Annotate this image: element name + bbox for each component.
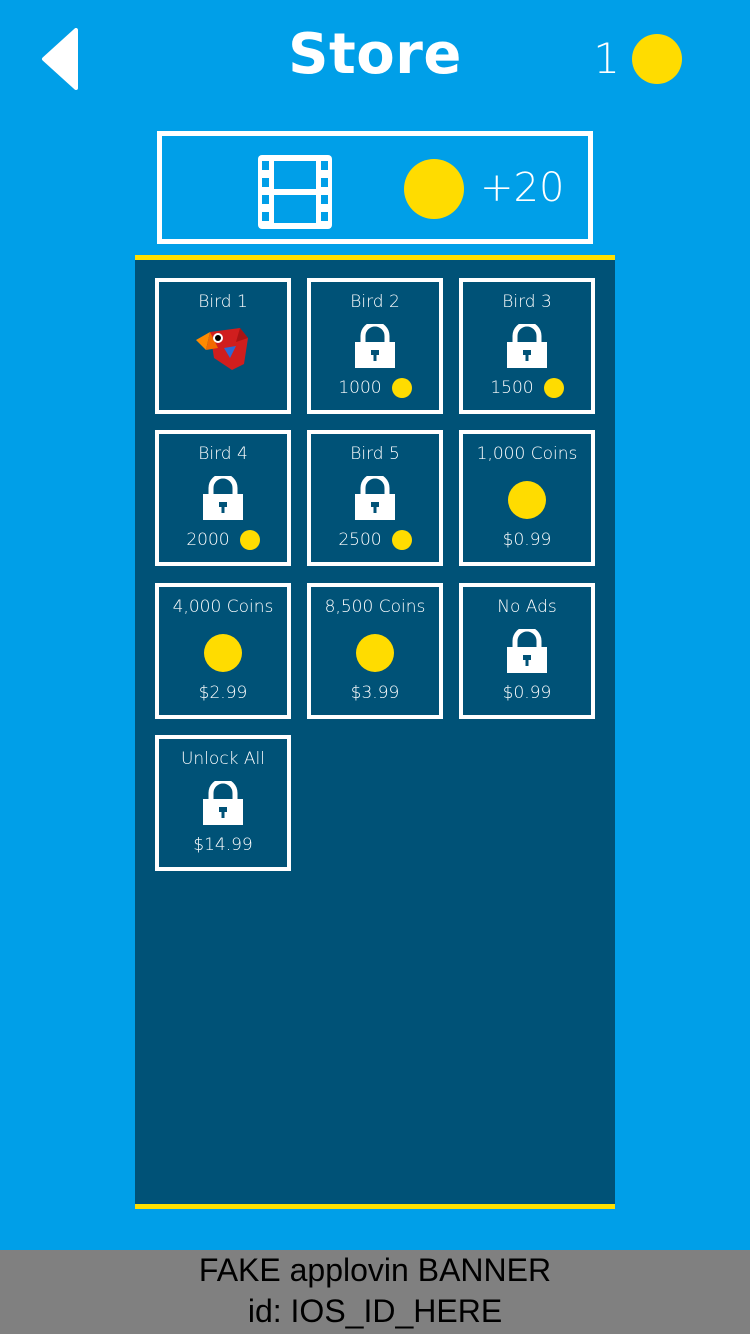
store-item-label: Bird 3 [502,292,552,312]
coin-icon [632,34,682,84]
coin-icon [543,378,564,398]
coin-icon [404,159,464,219]
lock-icon [507,629,547,673]
store-item-label: 4,000 Coins [172,597,274,617]
coin-icon [508,481,546,519]
store-item-cost-value: 1500 [490,378,534,398]
store-item-bird-1[interactable]: Bird 1 [155,278,291,414]
header: Store 1 [0,0,750,120]
store-item-unlock-all[interactable]: Unlock All $14.99 [155,735,291,871]
store-item-label: Bird 1 [198,292,248,312]
coin-icon [391,378,412,398]
store-item-label: 8,500 Coins [324,597,426,617]
store-item-bird-4[interactable]: Bird 4 2000 [155,430,291,566]
store-item-bird-2[interactable]: Bird 2 1000 [307,278,443,414]
ad-banner-id: id: IOS_ID_HERE [247,1293,503,1329]
video-reward-amount: +20 [480,165,565,211]
coin-icon [239,530,260,550]
store-item-label: 1,000 Coins [476,444,578,464]
film-icon [258,155,332,229]
watch-video-reward-button[interactable]: +20 [157,131,593,244]
store-item-1000-coins[interactable]: 1,000 Coins $0.99 [459,430,595,566]
store-item-cost: 2500 [311,530,439,550]
store-item-cost: 2000 [159,530,287,550]
coin-icon [391,530,412,550]
store-item-cost-value: 2500 [338,530,382,550]
store-item-price: $0.99 [502,683,552,703]
ad-banner[interactable]: FAKE applovin BANNER id: IOS_ID_HERE [0,1250,750,1334]
store-item-label: Bird 2 [350,292,400,312]
store-item-label: Bird 4 [198,444,248,464]
store-item-cost: 1500 [463,378,591,398]
store-item-bird-3[interactable]: Bird 3 1500 [459,278,595,414]
store-item-price: $0.99 [502,530,552,550]
store-item-bird-5[interactable]: Bird 5 2500 [307,430,443,566]
store-item-label: No Ads [497,597,557,617]
store-item-cost: 1000 [311,378,439,398]
coin-balance-count: 1 [593,34,620,83]
store-item-price: $14.99 [193,835,253,855]
store-item-no-ads[interactable]: No Ads $0.99 [459,583,595,719]
store-item-label: Bird 5 [350,444,400,464]
lock-icon [355,324,395,368]
store-item-cost-value: 1000 [338,378,382,398]
coin-balance: 1 [593,34,682,84]
store-item-label: Unlock All [180,749,265,769]
store-item-cost-value: 2000 [186,530,230,550]
ad-banner-title: FAKE applovin BANNER [198,1252,552,1288]
store-panel: Bird 1 Bird 2 1000 Bird 3 1500 Bird 4 20… [135,255,615,1209]
lock-icon [203,781,243,825]
lock-icon [203,476,243,520]
coin-icon [356,634,394,672]
lock-icon [507,324,547,368]
store-item-4000-coins[interactable]: 4,000 Coins $2.99 [155,583,291,719]
store-item-8500-coins[interactable]: 8,500 Coins $3.99 [307,583,443,719]
store-item-price: $2.99 [198,683,248,703]
lock-icon [355,476,395,520]
store-item-price: $3.99 [350,683,400,703]
bird-icon [196,328,248,370]
coin-icon [204,634,242,672]
